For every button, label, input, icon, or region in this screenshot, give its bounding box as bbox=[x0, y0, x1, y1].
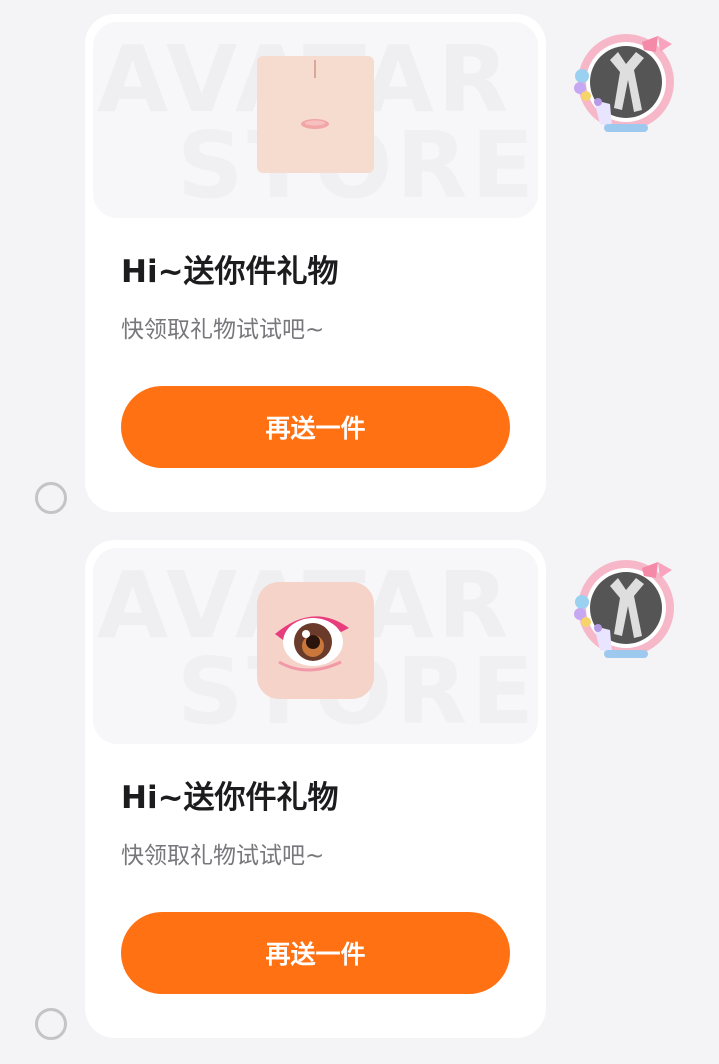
card-subtitle: 快领取礼物试试吧~ bbox=[121, 843, 325, 869]
card-subtitle: 快领取礼物试试吧~ bbox=[121, 317, 325, 343]
gift-banner: AVATAR STORE bbox=[93, 22, 538, 218]
user-avatar[interactable] bbox=[574, 556, 678, 664]
user-avatar[interactable] bbox=[574, 30, 678, 138]
send-another-button[interactable]: 再送一件 bbox=[121, 386, 510, 468]
face-mouth-item-icon[interactable] bbox=[257, 56, 374, 173]
message-feed: AVATAR STORE Hi~送你件礼物 快领取礼物试试吧~ 再送一件 bbox=[0, 0, 719, 1064]
select-radio[interactable] bbox=[35, 482, 67, 514]
gift-card[interactable]: AVATAR STORE Hi~送你件礼物 快领取礼物试试 bbox=[85, 540, 546, 1038]
card-title: Hi~送你件礼物 bbox=[121, 254, 339, 290]
anime-eye-item-icon[interactable] bbox=[257, 582, 374, 699]
card-title: Hi~送你件礼物 bbox=[121, 780, 339, 816]
gift-card[interactable]: AVATAR STORE Hi~送你件礼物 快领取礼物试试吧~ 再送一件 bbox=[85, 14, 546, 512]
gift-banner: AVATAR STORE bbox=[93, 548, 538, 744]
select-radio[interactable] bbox=[35, 1008, 67, 1040]
send-another-button[interactable]: 再送一件 bbox=[121, 912, 510, 994]
gift-message: AVATAR STORE Hi~送你件礼物 快领取礼物试试吧~ 再送一件 bbox=[0, 0, 719, 514]
gift-message: AVATAR STORE Hi~送你件礼物 快领取礼物试试 bbox=[0, 526, 719, 1040]
